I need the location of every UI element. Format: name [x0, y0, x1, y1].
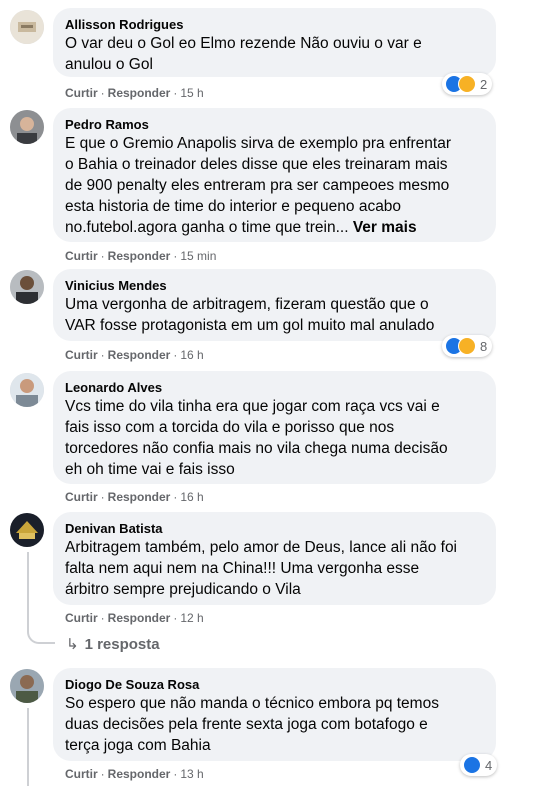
- reply-button[interactable]: Responder: [108, 611, 171, 625]
- reply-button[interactable]: Responder: [108, 767, 171, 781]
- separator: ·: [173, 767, 178, 781]
- reply-button[interactable]: Responder: [108, 490, 171, 504]
- comment-author[interactable]: Denivan Batista: [65, 520, 484, 537]
- thread-connector: [27, 628, 55, 644]
- comment-text: E que o Gremio Anapolis sirva de exemplo…: [65, 133, 484, 238]
- comment-bubble: Allisson Rodrigues O var deu o Gol eo El…: [53, 8, 496, 77]
- separator: ·: [173, 611, 178, 625]
- avatar[interactable]: [10, 669, 44, 703]
- see-more-link[interactable]: Ver mais: [353, 219, 417, 236]
- reply-arrow-icon: ↳: [66, 636, 79, 653]
- separator: ·: [100, 611, 105, 625]
- timestamp[interactable]: 15 min: [180, 249, 216, 263]
- reply-button[interactable]: Responder: [108, 249, 171, 263]
- comment-text: Arbitragem também, pelo amor de Deus, la…: [65, 539, 458, 598]
- separator: ·: [100, 348, 105, 362]
- comment-bubble: Pedro Ramos E que o Gremio Anapolis sirv…: [53, 108, 496, 242]
- comment-text: Uma vergonha de arbitragem, fizeram ques…: [65, 296, 435, 334]
- reply-button[interactable]: Responder: [108, 348, 171, 362]
- haha-icon: [458, 75, 476, 93]
- timestamp[interactable]: 13 h: [180, 767, 203, 781]
- comment-actions: Curtir · Responder · 12 h: [65, 610, 204, 626]
- separator: ·: [173, 490, 178, 504]
- comment-actions: Curtir · Responder · 15 min: [65, 248, 216, 264]
- comment-text: So espero que não manda o técnico embora…: [65, 695, 439, 754]
- timestamp[interactable]: 16 h: [180, 348, 203, 362]
- avatar[interactable]: [10, 10, 44, 44]
- timestamp[interactable]: 16 h: [180, 490, 203, 504]
- comment-actions: Curtir · Responder · 16 h: [65, 489, 204, 505]
- like-button[interactable]: Curtir: [65, 767, 98, 781]
- separator: ·: [100, 767, 105, 781]
- comment-text: Vcs time do vila tinha era que jogar com…: [65, 398, 448, 478]
- thread-line: [27, 708, 29, 786]
- comment-author[interactable]: Allisson Rodrigues: [65, 16, 484, 33]
- avatar[interactable]: [10, 270, 44, 304]
- separator: ·: [173, 249, 178, 263]
- reaction-count: 8: [480, 338, 488, 354]
- like-button[interactable]: Curtir: [65, 611, 98, 625]
- like-button[interactable]: Curtir: [65, 249, 98, 263]
- avatar[interactable]: [10, 373, 44, 407]
- like-button[interactable]: Curtir: [65, 490, 98, 504]
- reaction-count: 2: [480, 76, 488, 92]
- reaction-summary[interactable]: 4: [460, 754, 498, 776]
- timestamp[interactable]: 12 h: [180, 611, 203, 625]
- comment-bubble: Denivan Batista Arbitragem também, pelo …: [53, 512, 496, 605]
- like-button[interactable]: Curtir: [65, 348, 98, 362]
- reaction-summary[interactable]: 2: [442, 73, 493, 95]
- comment-author[interactable]: Pedro Ramos: [65, 116, 484, 133]
- comment-author[interactable]: Leonardo Alves: [65, 379, 484, 396]
- thread-line: [27, 552, 29, 628]
- comment-author[interactable]: Vinicius Mendes: [65, 277, 484, 294]
- comment-text: O var deu o Gol eo Elmo rezende Não ouvi…: [65, 35, 422, 73]
- comment-bubble: Diogo De Souza Rosa So espero que não ma…: [53, 668, 496, 761]
- reply-button[interactable]: Responder: [108, 86, 171, 100]
- comment-actions: Curtir · Responder · 15 h: [65, 85, 204, 101]
- separator: ·: [173, 86, 178, 100]
- avatar[interactable]: [10, 110, 44, 144]
- comment-actions: Curtir · Responder · 16 h: [65, 347, 204, 363]
- separator: ·: [100, 86, 105, 100]
- like-button[interactable]: Curtir: [65, 86, 98, 100]
- reaction-summary[interactable]: 8: [442, 335, 493, 357]
- separator: ·: [173, 348, 178, 362]
- haha-icon: [458, 337, 476, 355]
- avatar[interactable]: [10, 513, 44, 547]
- like-icon: [463, 756, 481, 774]
- comment-actions: Curtir · Responder · 13 h: [65, 766, 204, 782]
- view-replies-link[interactable]: ↳ 1 resposta: [66, 635, 160, 655]
- comment-bubble: Leonardo Alves Vcs time do vila tinha er…: [53, 371, 496, 484]
- separator: ·: [100, 490, 105, 504]
- timestamp[interactable]: 15 h: [180, 86, 203, 100]
- comment-bubble: Vinicius Mendes Uma vergonha de arbitrag…: [53, 269, 496, 341]
- replies-count: 1 resposta: [84, 636, 160, 653]
- separator: ·: [100, 249, 105, 263]
- reaction-count: 4: [485, 757, 493, 773]
- comment-author[interactable]: Diogo De Souza Rosa: [65, 676, 484, 693]
